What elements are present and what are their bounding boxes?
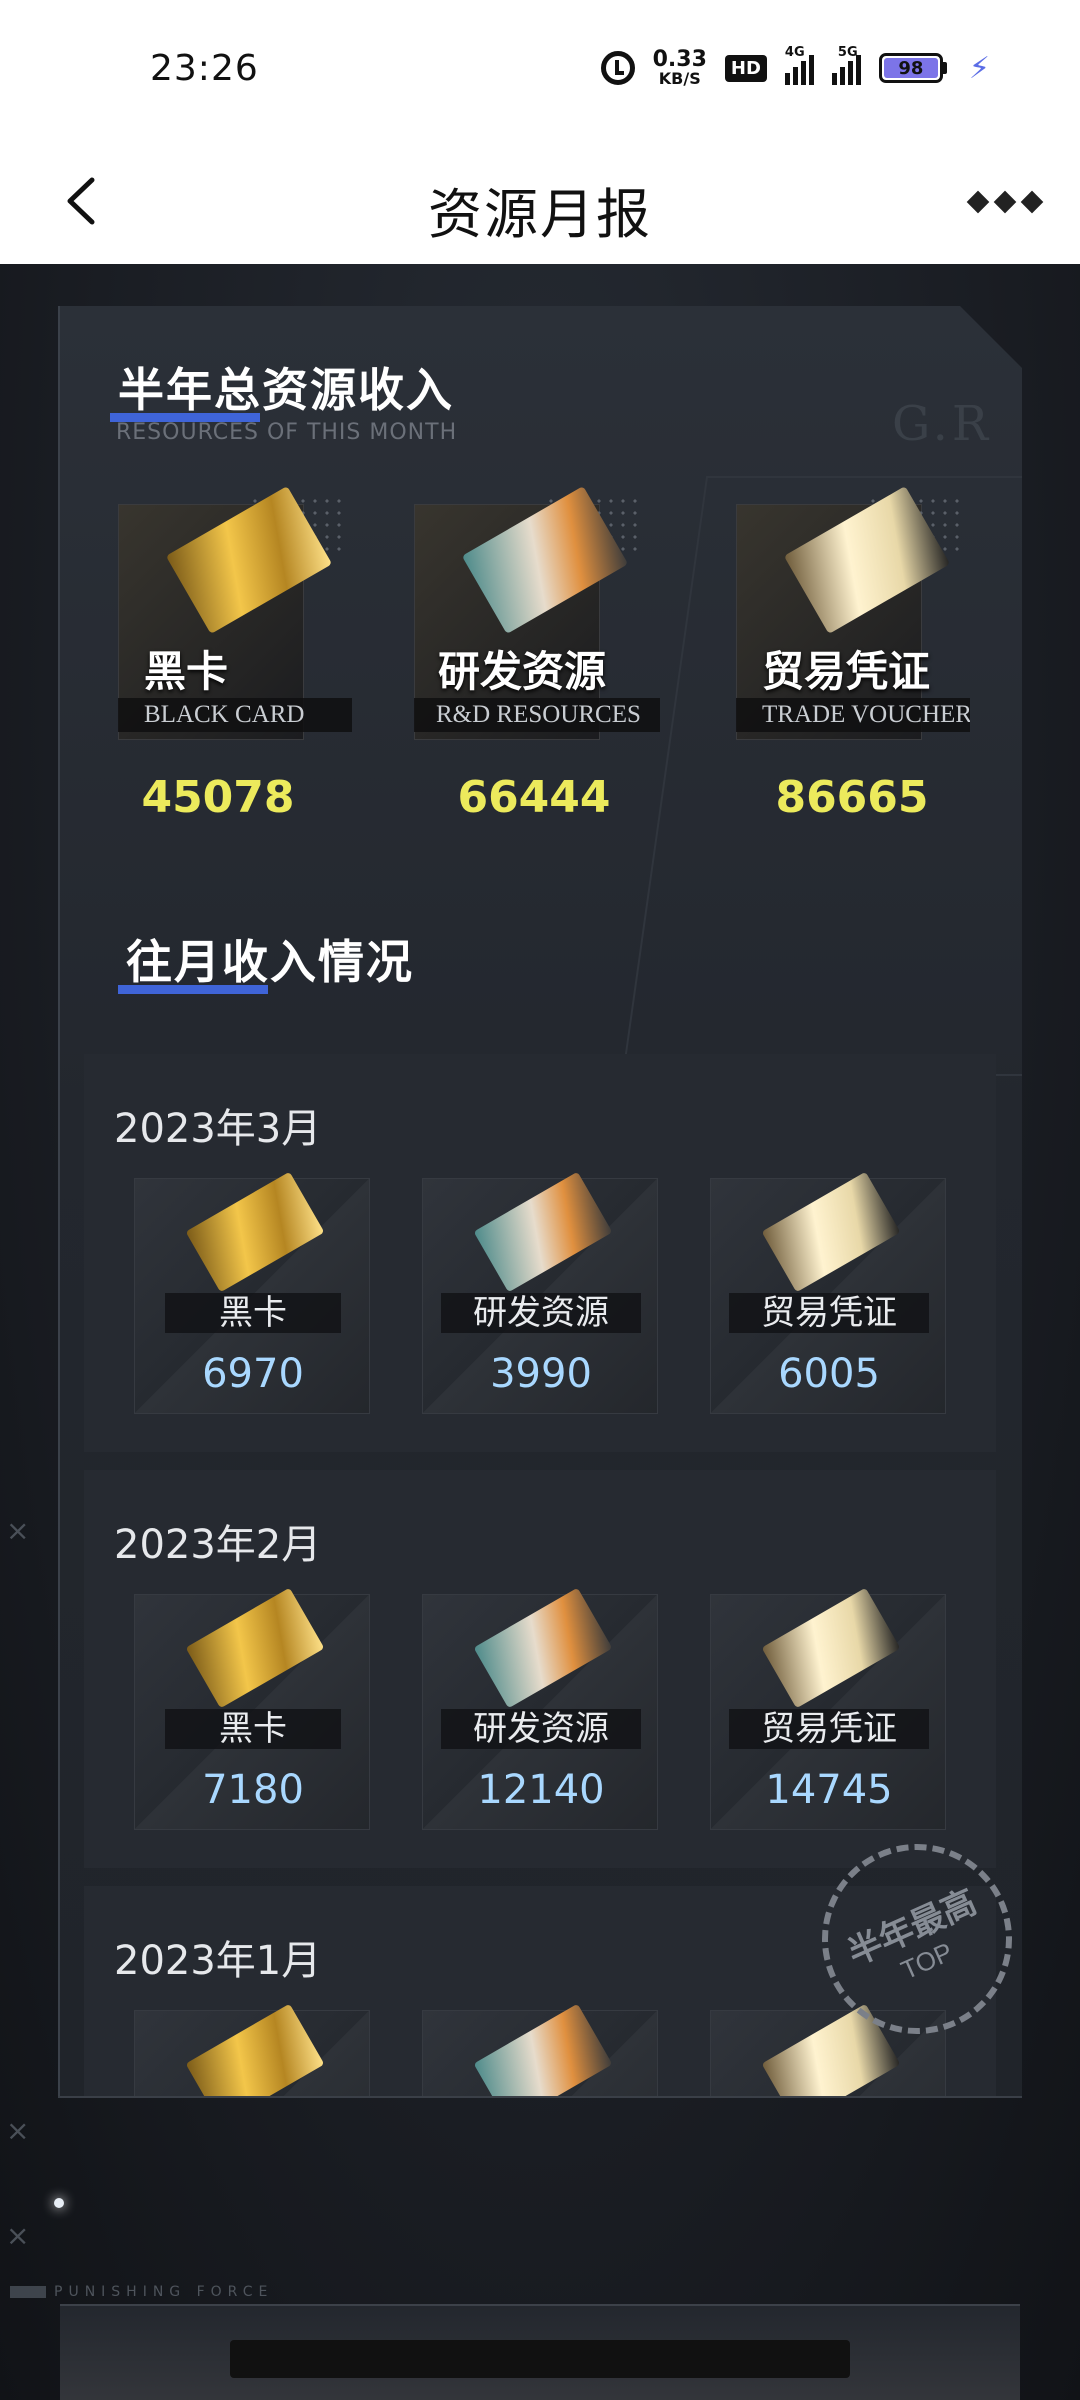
title-bar: 资源月报: [0, 140, 1080, 264]
month-item-rd-resources[interactable]: [422, 2003, 658, 2096]
month-item-name: 黑卡: [165, 1293, 341, 1333]
page-title: 资源月报: [428, 183, 652, 246]
summary-card-black-card[interactable]: 黑卡 BLACK CARD 45078: [118, 486, 418, 864]
status-icons: 0.33 KB/S HD 4G 5G 98 ⚡: [600, 45, 990, 90]
signal-5g-icon: 5G: [831, 45, 861, 85]
month-item-name: 研发资源: [441, 1293, 641, 1333]
month-item-value: 6005: [778, 1351, 880, 1397]
black-card-icon: [185, 1171, 325, 1293]
month-item-black-card[interactable]: 黑卡 7180: [134, 1587, 370, 1830]
summary-item-value: 45078: [141, 772, 295, 823]
summary-section-title: 半年总资源收入: [110, 354, 454, 422]
summary-item-value: 66444: [457, 772, 611, 823]
summary-card-trade-voucher[interactable]: 贸易凭证 TRADE VOUCHER 86665: [736, 486, 1022, 864]
month-item-name: 贸易凭证: [729, 1293, 929, 1333]
network-speed: 0.33 KB/S: [653, 49, 707, 87]
month-block-2023-02: 2023年2月 黑卡 7180 研发资源 12140 贸易凭证 14745: [84, 1470, 996, 1868]
month-item-name: 研发资源: [441, 1709, 641, 1749]
summary-item-name-en: TRADE VOUCHER: [736, 698, 970, 732]
signal-5g-label: 5G: [837, 45, 858, 60]
month-item-rd-resources[interactable]: 研发资源 12140: [422, 1587, 658, 1830]
signal-4g-label: 4G: [784, 45, 805, 60]
status-bar: 23:26 0.33 KB/S HD 4G 5G 98 ⚡: [0, 0, 1080, 140]
black-card-icon: [185, 2003, 325, 2096]
month-item-value: 12140: [477, 1767, 605, 1813]
month-item-value: 6970: [202, 1351, 304, 1397]
summary-section-subtitle: RESOURCES OF THIS MONTH: [116, 420, 458, 445]
trade-voucher-icon: [761, 1171, 901, 1293]
panel-bottom-edge: [58, 2096, 1022, 2098]
summary-item-name-en: BLACK CARD: [118, 698, 352, 732]
history-section-title: 往月收入情况: [118, 926, 414, 994]
summary-item-name: 黑卡: [144, 647, 229, 696]
summary-card-rd-resources[interactable]: 研发资源 R&D RESOURCES 66444: [414, 486, 714, 864]
battery-icon: 98: [878, 53, 947, 83]
month-item-trade-voucher[interactable]: 贸易凭证 6005: [710, 1171, 946, 1414]
summary-item-name: 贸易凭证: [762, 647, 931, 696]
trade-voucher-icon: [761, 1587, 901, 1709]
summary-item-name: 研发资源: [438, 647, 607, 696]
network-speed-unit: KB/S: [658, 69, 701, 88]
decor-glow-dot: [54, 2198, 64, 2208]
rd-resources-icon: [473, 1171, 613, 1293]
alarm-icon: [600, 51, 635, 85]
month-item-black-card[interactable]: [134, 2003, 370, 2096]
month-item-value: 14745: [765, 1767, 893, 1813]
signal-4g-icon: 4G: [784, 45, 814, 85]
rd-resources-icon: [473, 1587, 613, 1709]
rd-resources-icon: [473, 2003, 613, 2096]
status-time: 23:26: [150, 48, 259, 89]
summary-item-name-en: R&D RESOURCES: [414, 698, 660, 732]
black-card-icon: [185, 1587, 325, 1709]
month-item-black-card[interactable]: 黑卡 6970: [134, 1171, 370, 1414]
decor-x-icon: ×: [6, 2114, 30, 2147]
month-item-value: 3990: [490, 1351, 592, 1397]
month-item-name: 贸易凭证: [729, 1709, 929, 1749]
battery-level: 98: [883, 58, 938, 79]
report-content[interactable]: × × × G.R 半年总资源收入 RESOURCES OF THIS MONT…: [0, 264, 1080, 2400]
month-item-rd-resources[interactable]: 研发资源 3990: [422, 1171, 658, 1414]
network-speed-value: 0.33: [652, 47, 707, 72]
decor-x-icon: ×: [6, 1514, 30, 1547]
month-item-value: 7180: [202, 1767, 304, 1813]
panel-deco-text: G.R: [891, 396, 992, 452]
month-block-2023-03: 2023年3月 黑卡 6970 研发资源 3990 贸易凭证 6005: [84, 1054, 996, 1452]
summary-item-value: 86665: [775, 772, 929, 823]
bottom-device-decoration: [60, 2304, 1020, 2400]
charging-icon: ⚡: [968, 50, 990, 86]
footer-brand: PUNISHING FORCE: [10, 2284, 273, 2300]
hd-voice-icon: HD: [724, 54, 767, 82]
month-item-trade-voucher[interactable]: 贸易凭证 14745: [710, 1587, 946, 1830]
month-label: 2023年2月: [114, 1522, 322, 1568]
more-options-icon[interactable]: [966, 190, 1044, 214]
month-label: 2023年1月: [114, 1938, 322, 1984]
month-label: 2023年3月: [114, 1106, 322, 1152]
month-item-name: 黑卡: [165, 1709, 341, 1749]
decor-x-icon: ×: [6, 2219, 30, 2252]
